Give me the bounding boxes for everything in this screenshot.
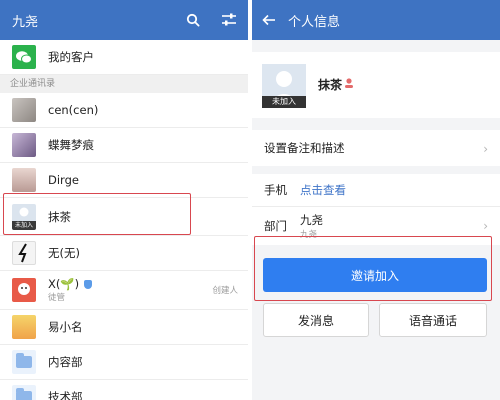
voice-call-button[interactable]: 语音通话 [379, 303, 487, 337]
phone-label: 手机 [264, 183, 287, 197]
contact-avatar [12, 278, 36, 302]
search-icon[interactable] [180, 7, 206, 33]
contact-item[interactable]: 蝶舞梦痕 [0, 128, 248, 163]
my-clients-item[interactable]: 我的客户 [0, 40, 248, 75]
contact-item[interactable]: 易小名 [0, 310, 248, 345]
profile-avatar: 未加入 [262, 64, 306, 108]
section-header: 企业通讯录 [0, 75, 248, 93]
gender-icon [344, 77, 354, 92]
contact-avatar [12, 98, 36, 122]
profile-panel: 个人信息 未加入 抹茶 设置备注和描述 › 手机 点击查看 部门 九尧 九尧 ›… [252, 0, 500, 400]
creator-tag: 创建人 [212, 286, 238, 296]
contact-name: 无(无) [48, 246, 80, 260]
contact-name: cen(cen) [48, 103, 99, 117]
page-title: 个人信息 [288, 14, 341, 30]
department-name: 内容部 [48, 355, 83, 369]
contacts-header: 九尧 [0, 0, 248, 40]
set-remark-item[interactable]: 设置备注和描述 › [252, 130, 500, 166]
filter-settings-icon[interactable] [216, 7, 242, 33]
department-item[interactable]: 技术部 [0, 380, 248, 400]
button-highlight [254, 236, 492, 301]
profile-card: 未加入 抹茶 [252, 52, 500, 118]
contact-avatar [12, 133, 36, 157]
send-message-button[interactable]: 发消息 [263, 303, 369, 337]
not-joined-badge: 未加入 [262, 96, 306, 108]
verified-shield-icon [84, 279, 93, 289]
profile-name: 抹茶 [318, 78, 343, 92]
department-value: 九尧 [300, 213, 323, 227]
contact-avatar [12, 315, 36, 339]
set-remark-label: 设置备注和描述 [264, 141, 345, 155]
chevron-right-icon: › [483, 142, 488, 156]
contact-name: Dirge [48, 173, 79, 187]
contact-subtitle: 徒管 [48, 293, 66, 303]
contact-item[interactable]: X(🌱) 徒管 创建人 [0, 271, 248, 310]
profile-header: 个人信息 [252, 0, 500, 40]
contact-avatar [12, 168, 36, 192]
wechat-icon [12, 45, 36, 69]
folder-icon [12, 385, 36, 400]
contact-name: 蝶舞梦痕 [48, 138, 94, 152]
phone-item: 手机 点击查看 [252, 174, 500, 207]
department-name: 技术部 [48, 390, 83, 400]
contact-name: 易小名 [48, 320, 83, 334]
contact-avatar [12, 241, 36, 265]
contact-item[interactable]: cen(cen) [0, 93, 248, 128]
contact-item[interactable]: 无(无) [0, 236, 248, 271]
department-item[interactable]: 内容部 [0, 345, 248, 380]
department-label: 部门 [264, 219, 287, 233]
app-title: 九尧 [12, 14, 39, 30]
contact-name: X(🌱) [48, 277, 80, 291]
my-clients-label: 我的客户 [48, 50, 94, 64]
selection-highlight [3, 193, 191, 235]
view-phone-link[interactable]: 点击查看 [300, 182, 346, 198]
chevron-right-icon: › [483, 219, 488, 233]
back-arrow-icon[interactable] [256, 7, 282, 33]
folder-icon [12, 350, 36, 374]
